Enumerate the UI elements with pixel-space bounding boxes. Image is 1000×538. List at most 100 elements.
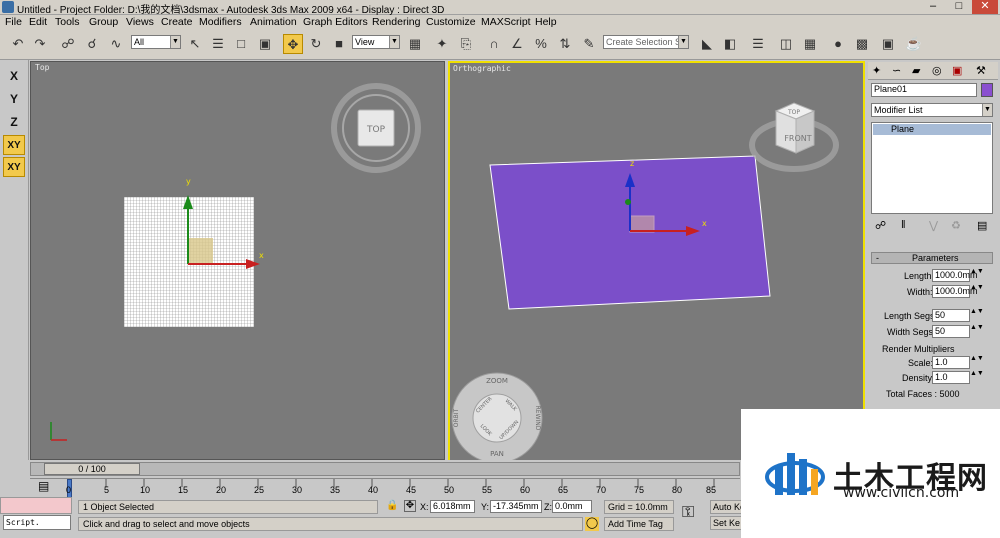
curve-editor-icon[interactable]: ◫: [776, 34, 796, 54]
wheel-rewind[interactable]: REWIND: [534, 406, 541, 431]
menu-tools[interactable]: Tools: [55, 16, 80, 28]
viewcube[interactable]: TOP: [331, 83, 421, 173]
menu-edit[interactable]: Edit: [29, 16, 47, 28]
curve-editor-mini-icon[interactable]: ▤: [38, 479, 49, 493]
create-tab-icon[interactable]: ✦: [872, 64, 881, 77]
x-coord-field[interactable]: 6.018mm: [430, 500, 475, 513]
absolute-relative-toggle-icon[interactable]: ✥: [404, 500, 416, 512]
select-and-rotate-icon[interactable]: ↻: [306, 34, 326, 54]
gizmo-plane-handle[interactable]: [187, 238, 213, 264]
undo-icon[interactable]: ↶: [8, 34, 28, 54]
restrict-xy-button[interactable]: XY: [3, 135, 25, 155]
angle-snap-icon[interactable]: ∠: [507, 34, 527, 54]
layer-manager-icon[interactable]: ☰: [748, 34, 768, 54]
display-tab-icon[interactable]: ▣: [952, 64, 962, 77]
menu-views[interactable]: Views: [126, 16, 154, 28]
menu-animation[interactable]: Animation: [250, 16, 297, 28]
spinner-icon[interactable]: ▲▼: [970, 268, 984, 275]
spinner-icon[interactable]: ▲▼: [970, 284, 984, 291]
restrict-z-button[interactable]: Z: [3, 112, 25, 132]
mirror-icon[interactable]: ◣: [697, 34, 717, 54]
edit-named-selection-icon[interactable]: ✎: [579, 34, 599, 54]
y-coord-field[interactable]: -17.345mm: [490, 500, 542, 513]
menu-customize[interactable]: Customize: [426, 16, 476, 28]
spinner-icon[interactable]: ▲▼: [970, 324, 984, 331]
menu-create[interactable]: Create: [161, 16, 193, 28]
selection-filter-dropdown[interactable]: All ▼: [131, 35, 181, 49]
width-field[interactable]: 1000.0mm: [932, 285, 978, 298]
scale-field[interactable]: 1.0: [932, 356, 970, 369]
unlink-icon[interactable]: ☌: [82, 34, 102, 54]
render-production-icon[interactable]: ☕: [904, 34, 924, 54]
menu-file[interactable]: File: [5, 16, 22, 28]
select-and-link-icon[interactable]: ☍: [58, 34, 78, 54]
keyboard-shortcut-icon[interactable]: ⎘: [456, 34, 476, 54]
viewcube[interactable]: TOP FRONT: [749, 102, 839, 172]
menu-group[interactable]: Group: [89, 16, 118, 28]
close-button[interactable]: ✕: [972, 0, 998, 14]
menu-modifiers[interactable]: Modifiers: [199, 16, 242, 28]
time-slider-track[interactable]: 0 / 100: [30, 462, 740, 476]
gizmo-plane-handle[interactable]: [629, 215, 655, 233]
lock-selection-icon[interactable]: 🔒: [386, 500, 398, 511]
density-field[interactable]: 1.0: [932, 371, 970, 384]
make-unique-icon[interactable]: ⋁: [929, 219, 938, 232]
restrict-y-button[interactable]: Y: [3, 89, 25, 109]
configure-sets-icon[interactable]: ▤: [977, 219, 987, 232]
set-key-icon[interactable]: ⚿: [682, 504, 694, 522]
window-crossing-icon[interactable]: ▣: [255, 34, 275, 54]
pin-stack-icon[interactable]: ☍: [875, 219, 886, 232]
restrict-plane-button[interactable]: XY: [3, 157, 25, 177]
menu-graph-editors[interactable]: Graph Editors: [303, 16, 368, 28]
select-by-name-icon[interactable]: ☰: [208, 34, 228, 54]
hierarchy-tab-icon[interactable]: ▰: [912, 64, 920, 77]
wheel-zoom[interactable]: ZOOM: [486, 377, 508, 385]
bind-space-warp-icon[interactable]: ∿: [106, 34, 126, 54]
restrict-x-button[interactable]: X: [3, 66, 25, 86]
time-tag-icon[interactable]: ◯: [585, 517, 599, 531]
select-and-scale-icon[interactable]: ■: [329, 34, 349, 54]
time-slider-thumb[interactable]: 0 / 100: [44, 463, 140, 475]
align-icon[interactable]: ◧: [720, 34, 740, 54]
maximize-button[interactable]: □: [946, 0, 972, 14]
steering-wheel[interactable]: ZOOM PAN ORBIT REWIND CENTER WALK LOOK U…: [451, 372, 543, 460]
spinner-icon[interactable]: ▲▼: [970, 370, 984, 377]
material-editor-icon[interactable]: ●: [828, 34, 848, 54]
remove-modifier-icon[interactable]: ♻: [951, 219, 961, 232]
menu-rendering[interactable]: Rendering: [372, 16, 420, 28]
parameters-rollout-header[interactable]: - Parameters: [871, 252, 993, 264]
motion-tab-icon[interactable]: ◎: [932, 64, 942, 77]
menu-maxscript[interactable]: MAXScript: [481, 16, 531, 28]
manipulate-icon[interactable]: ✦: [432, 34, 452, 54]
spinner-icon[interactable]: ▲▼: [970, 355, 984, 362]
length-field[interactable]: 1000.0mm: [932, 269, 978, 282]
add-time-tag-button[interactable]: Add Time Tag: [604, 517, 674, 531]
snap-3d-icon[interactable]: ∩: [484, 34, 504, 54]
spinner-snap-icon[interactable]: ⇅: [555, 34, 575, 54]
pivot-center-icon[interactable]: ▦: [405, 34, 425, 54]
named-selection-dropdown[interactable]: Create Selection Se ▼: [603, 35, 689, 49]
modifier-list-dropdown[interactable]: Modifier List ▼: [871, 103, 993, 117]
reference-coord-dropdown[interactable]: View ▼: [352, 35, 400, 49]
select-and-move-icon[interactable]: ✥: [283, 34, 303, 54]
maxscript-listener-mini[interactable]: [0, 497, 72, 514]
select-object-icon[interactable]: ↖: [185, 34, 205, 54]
wheel-pan[interactable]: PAN: [490, 450, 504, 458]
rect-selection-icon[interactable]: □: [231, 34, 251, 54]
menu-help[interactable]: Help: [535, 16, 557, 28]
viewport-orthographic[interactable]: Orthographic z x TOP FRONT ZOOM PAN ORBI…: [448, 61, 865, 462]
minimize-button[interactable]: –: [920, 0, 946, 14]
object-color-swatch[interactable]: [981, 83, 993, 97]
percent-snap-icon[interactable]: %: [531, 34, 551, 54]
spinner-icon[interactable]: ▲▼: [970, 308, 984, 315]
rendered-frame-icon[interactable]: ▣: [878, 34, 898, 54]
z-coord-field[interactable]: 0.0mm: [552, 500, 592, 513]
wheel-orbit[interactable]: ORBIT: [453, 408, 460, 427]
redo-icon[interactable]: ↷: [30, 34, 50, 54]
width-segs-field[interactable]: 50: [932, 325, 970, 338]
stack-item-plane[interactable]: Plane: [873, 124, 991, 135]
object-name-field[interactable]: Plane01: [871, 83, 977, 97]
show-end-result-icon[interactable]: ‖: [901, 219, 906, 231]
modify-tab-icon[interactable]: ∽: [892, 64, 901, 77]
viewport-top[interactable]: Top y x TOP: [30, 61, 445, 460]
